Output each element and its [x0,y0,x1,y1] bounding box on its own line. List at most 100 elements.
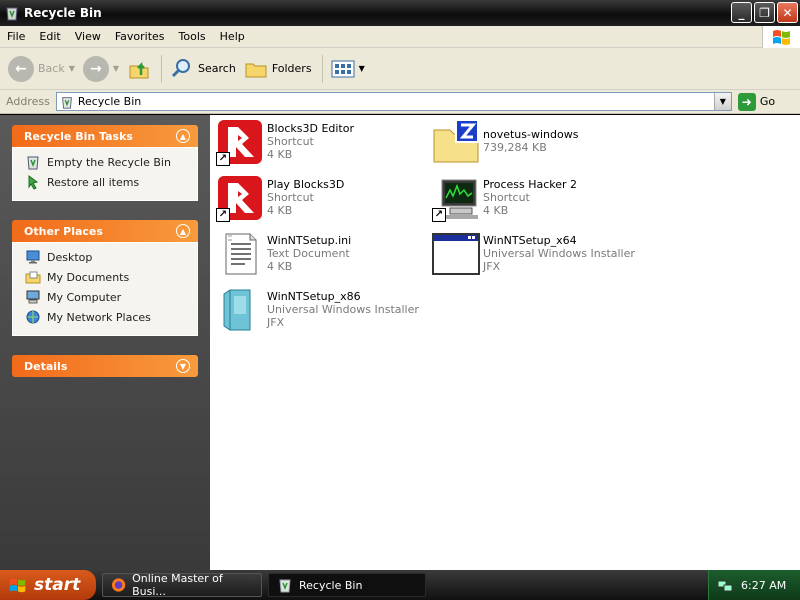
my-documents-icon [25,271,41,284]
file-item-winntsetup-x64[interactable]: WinNTSetup_x64 Universal Windows Install… [432,230,642,278]
my-computer-link[interactable]: My Computer [25,287,187,307]
restore-all-items-label: Restore all items [47,175,140,189]
file-size: 4 KB [267,204,293,217]
file-type: Text Document [267,247,350,260]
address-input[interactable]: Recycle Bin ▼ [55,92,732,111]
menu-help[interactable]: Help [213,30,252,43]
file-size: 4 KB [267,148,293,161]
forward-arrow-icon: → [82,55,109,82]
file-view[interactable]: ↗ Blocks3D Editor Shortcut 4 KB novetus-… [210,115,800,570]
other-places-panel: Other Places ▲ Desktop My Documents My C… [12,220,198,336]
details-header[interactable]: Details ▼ [12,355,198,377]
back-label: Back [38,62,65,75]
file-name: WinNTSetup_x64 [483,234,577,247]
back-button[interactable]: ← Back ▼ [8,53,75,85]
clock[interactable]: 6:27 AM [741,579,786,592]
start-button[interactable]: start [0,570,96,600]
my-documents-link[interactable]: My Documents [25,267,187,287]
file-item-process-hacker-2[interactable]: ↗ Process Hacker 2 Shortcut 4 KB [432,174,642,222]
menu-file[interactable]: File [0,30,32,43]
windows-logo-icon [9,578,26,593]
recycle-bin-icon [61,96,72,109]
up-folder-button[interactable] [127,53,151,85]
blocks3d-icon: ↗ [216,174,264,222]
system-tray: 6:27 AM [708,570,800,600]
file-item-winntsetup-ini[interactable]: WinNTSetup.ini Text Document 4 KB [216,230,426,278]
taskbar-button-browser[interactable]: Online Master of Busi... [102,572,262,598]
windows-logo-icon [762,26,800,48]
recycle-bin-tasks-panel: Recycle Bin Tasks ▲ Empty the Recycle Bi… [12,125,198,201]
recycle-bin-icon [27,156,39,170]
address-dropdown-icon[interactable]: ▼ [713,93,731,110]
file-item-novetus-windows[interactable]: novetus-windows 739,284 KB [432,118,642,166]
recycle-bin-icon [6,7,18,21]
toolbar-separator [161,54,163,83]
taskbar-button-label: Online Master of Busi... [132,572,223,598]
process-hacker-icon: ↗ [432,174,480,222]
menu-view[interactable]: View [68,30,108,43]
file-size: 4 KB [267,260,293,273]
menu-tools[interactable]: Tools [172,30,213,43]
views-button[interactable]: ▼ [331,53,365,85]
address-label: Address [6,95,50,108]
file-type: Universal Windows Installer [267,303,419,316]
file-name: WinNTSetup_x86 [267,290,361,303]
desktop-label: Desktop [47,250,93,264]
start-label: start [34,575,81,595]
collapse-icon[interactable]: ▲ [176,129,190,143]
text-document-icon [216,230,264,278]
shortcut-arrow-icon: ↗ [216,152,230,166]
search-icon [171,58,191,77]
file-type: Shortcut [267,191,314,204]
forward-button[interactable]: → ▼ [82,53,119,85]
restore-all-items-link[interactable]: Restore all items [25,172,187,192]
restore-arrow-icon [28,175,39,190]
file-type: Universal Windows Installer [483,247,635,260]
recycle-bin-tasks-title: Recycle Bin Tasks [24,129,133,143]
file-item-blocks3d-editor[interactable]: ↗ Blocks3D Editor Shortcut 4 KB [216,118,426,166]
file-size: JFX [267,316,285,329]
other-places-header[interactable]: Other Places ▲ [12,220,198,242]
minimize-button[interactable]: _ [731,2,752,23]
installer-window-icon [432,230,480,278]
file-size: 4 KB [483,204,509,217]
menu-favorites[interactable]: Favorites [108,30,172,43]
taskbar-button-recycle-bin[interactable]: Recycle Bin [268,573,426,597]
menu-edit[interactable]: Edit [32,30,67,43]
network-icon[interactable] [717,577,733,593]
recycle-bin-tasks-header[interactable]: Recycle Bin Tasks ▲ [12,125,198,147]
search-button[interactable]: Search [170,53,236,85]
close-button[interactable]: ✕ [777,2,798,23]
folders-button[interactable]: Folders [244,53,312,85]
back-dropdown-icon: ▼ [68,64,75,73]
toolbar: ← Back ▼ → ▼ Search Folders ▼ [0,48,800,90]
my-computer-icon [26,290,40,304]
toolbar-separator [321,54,323,83]
file-size: 739,284 KB [483,141,547,154]
expand-icon[interactable]: ▼ [176,359,190,373]
go-label: Go [759,95,776,108]
file-item-winntsetup-x86[interactable]: WinNTSetup_x86 Universal Windows Install… [216,286,426,334]
file-type: Shortcut [483,191,530,204]
file-name: WinNTSetup.ini [267,234,352,247]
collapse-icon[interactable]: ▲ [176,224,190,238]
my-computer-label: My Computer [47,290,122,304]
file-name: Blocks3D Editor [267,122,355,135]
blocks3d-icon: ↗ [216,118,264,166]
my-documents-label: My Documents [47,270,130,284]
empty-recycle-bin-link[interactable]: Empty the Recycle Bin [25,152,187,172]
desktop-link[interactable]: Desktop [25,247,187,267]
file-size: JFX [483,260,501,273]
folders-icon [245,63,267,77]
restore-button[interactable]: ❐ [754,2,775,23]
file-name: novetus-windows [483,128,579,141]
my-network-places-link[interactable]: My Network Places [25,307,187,327]
installer-package-icon [216,286,264,334]
zip-folder-icon [432,118,480,166]
file-type: Shortcut [267,135,314,148]
firefox-icon [111,578,126,592]
file-item-play-blocks3d[interactable]: ↗ Play Blocks3D Shortcut 4 KB [216,174,426,222]
task-pane: Recycle Bin Tasks ▲ Empty the Recycle Bi… [0,115,210,570]
other-places-title: Other Places [24,224,103,238]
go-button[interactable]: ➜ Go [737,92,776,111]
